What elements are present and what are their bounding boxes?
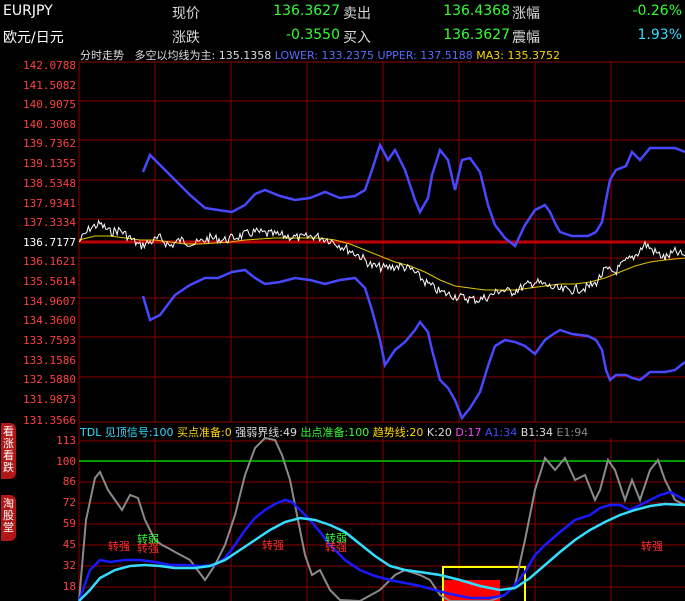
a1-line (77, 490, 685, 601)
strong-turn-label: 转强 (262, 538, 284, 552)
strong-turn-label: 转强 (137, 541, 159, 555)
strong-turn-label: 转强 (108, 539, 130, 553)
b1-line (78, 502, 685, 601)
sub-grid (79, 438, 685, 601)
strong-turn-label: 转强 (641, 539, 663, 553)
strong-turn-label: 转强 (325, 540, 347, 554)
e1-line (78, 436, 685, 601)
sub-chart[interactable]: 转弱 转弱 转强 转强 转强 转强 转强 (0, 0, 685, 601)
signal-labels: 转弱 转弱 转强 转强 转强 转强 转强 (108, 531, 663, 555)
